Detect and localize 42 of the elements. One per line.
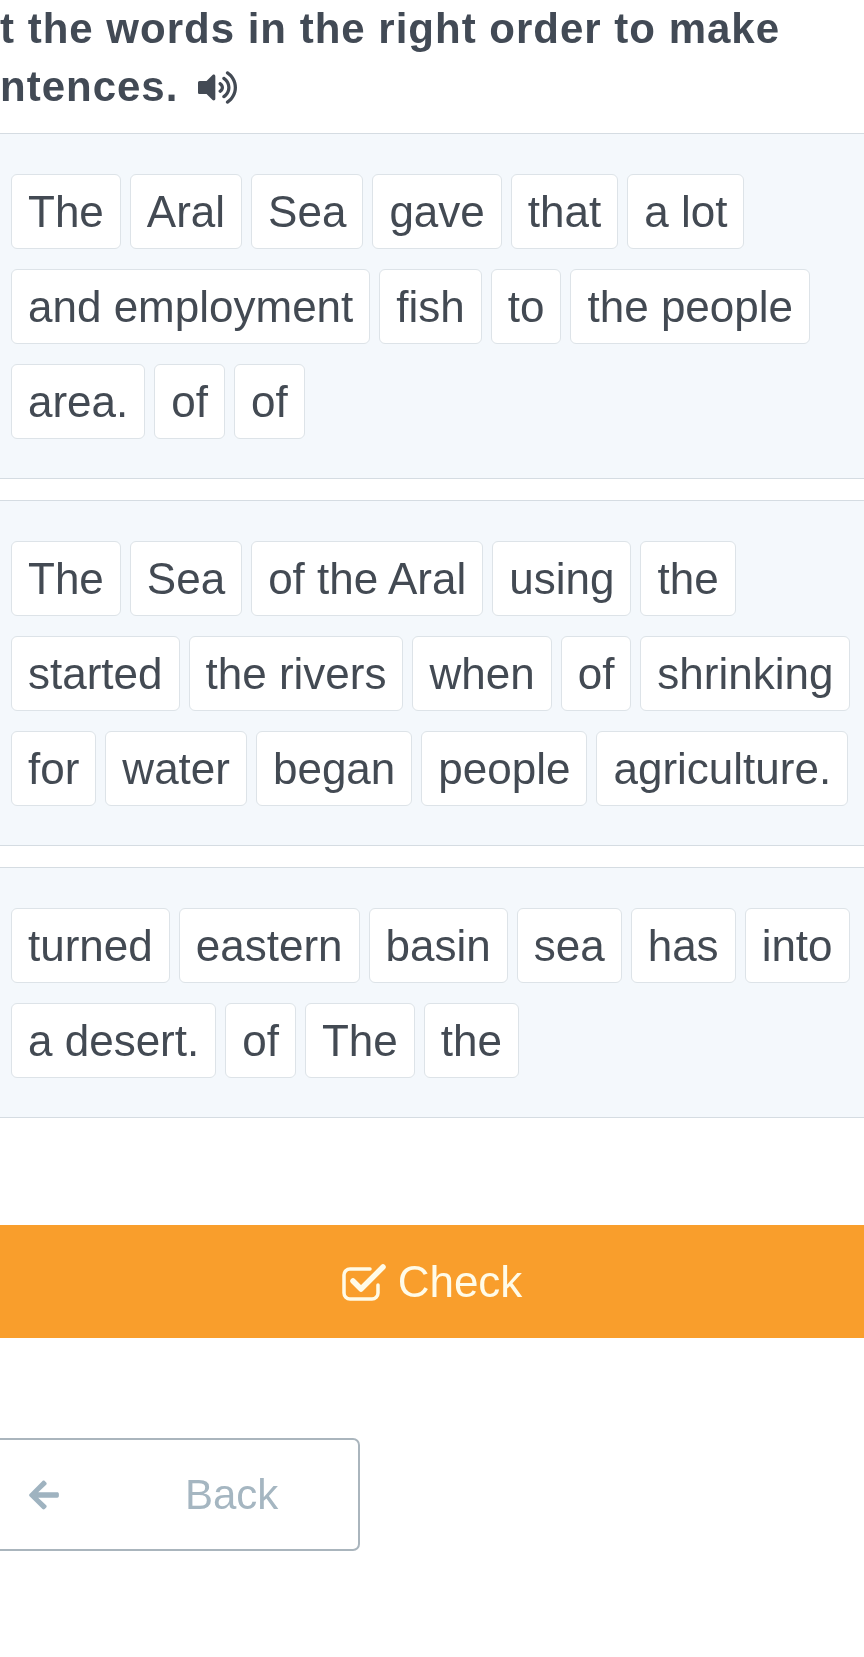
word-tile[interactable]: of bbox=[154, 364, 225, 439]
word-tile[interactable]: turned bbox=[11, 908, 170, 983]
word-tile[interactable]: and employment bbox=[11, 269, 371, 344]
word-tile[interactable]: basin bbox=[368, 908, 508, 983]
word-tile[interactable]: agriculture. bbox=[596, 731, 849, 806]
word-tile[interactable]: eastern bbox=[178, 908, 360, 983]
word-tile[interactable]: a lot bbox=[627, 174, 745, 249]
speaker-icon[interactable] bbox=[198, 69, 238, 105]
word-tile[interactable]: the bbox=[640, 541, 736, 616]
word-tile[interactable]: of the Aral bbox=[251, 541, 484, 616]
word-tile[interactable]: The bbox=[304, 1003, 415, 1078]
word-tile[interactable]: has bbox=[630, 908, 736, 983]
word-tile[interactable]: Sea bbox=[129, 541, 243, 616]
word-tile[interactable]: people bbox=[421, 731, 588, 806]
word-tile[interactable]: The bbox=[11, 174, 121, 249]
word-tile[interactable]: that bbox=[510, 174, 619, 249]
word-tile[interactable]: water bbox=[105, 731, 247, 806]
word-tile[interactable]: of bbox=[225, 1003, 296, 1078]
word-tile[interactable]: to bbox=[490, 269, 562, 344]
word-tile[interactable]: started bbox=[11, 636, 180, 711]
word-tile[interactable]: using bbox=[492, 541, 632, 616]
word-tile[interactable]: for bbox=[11, 731, 97, 806]
word-tile[interactable]: sea bbox=[516, 908, 622, 983]
word-tile[interactable]: of bbox=[560, 636, 632, 711]
instruction-line: t the words in the right order to make bbox=[0, 4, 781, 54]
word-tile[interactable]: Sea bbox=[251, 174, 364, 249]
word-tile[interactable]: the rivers bbox=[188, 636, 404, 711]
word-tile[interactable]: Aral bbox=[129, 174, 243, 249]
word-tile[interactable]: fish bbox=[379, 269, 482, 344]
word-tile[interactable]: The bbox=[11, 541, 121, 616]
word-tile[interactable]: a desert. bbox=[11, 1003, 217, 1078]
word-tile[interactable]: the people bbox=[570, 269, 810, 344]
instruction-line: ntences. bbox=[0, 62, 179, 112]
word-tile[interactable]: the bbox=[423, 1003, 519, 1078]
checkbox-tick-icon bbox=[341, 1262, 386, 1301]
word-tile[interactable]: gave bbox=[372, 174, 502, 249]
word-tile[interactable]: began bbox=[255, 731, 413, 806]
word-tile[interactable]: of bbox=[234, 364, 305, 439]
word-tile[interactable]: into bbox=[744, 908, 850, 983]
word-tile[interactable]: area. bbox=[11, 364, 146, 439]
word-tile[interactable]: shrinking bbox=[640, 636, 851, 711]
word-tile[interactable]: when bbox=[412, 636, 552, 711]
